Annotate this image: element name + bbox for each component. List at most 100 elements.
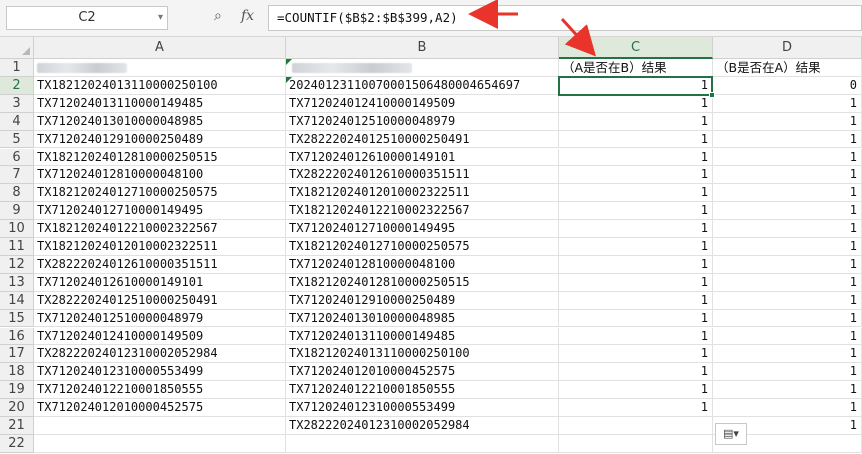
cell-b18[interactable]: TX712024012010000452575 (286, 363, 559, 382)
cell-a1[interactable] (34, 59, 286, 77)
cell-d16[interactable]: 1 (713, 327, 862, 346)
cell-c3[interactable]: 1 (559, 94, 713, 113)
cell-a3[interactable]: TX712024013110000149485 (34, 94, 286, 113)
cell-b1[interactable] (286, 59, 559, 77)
cell-a20[interactable]: TX712024012010000452575 (34, 399, 286, 417)
row-header-3[interactable]: 3 (0, 94, 34, 113)
cell-c18[interactable]: 1 (559, 363, 713, 382)
cell-d14[interactable]: 1 (713, 291, 862, 310)
cell-b21[interactable]: TX28222024012310002052984 (286, 417, 559, 435)
cell-b17[interactable]: TX18212024013110000250100 (286, 345, 559, 364)
cell-b22[interactable] (286, 434, 559, 453)
row-header-15[interactable]: 15 (0, 309, 34, 328)
row-header-2[interactable]: 2 (0, 76, 34, 95)
cell-d8[interactable]: 1 (713, 184, 862, 203)
cell-a12[interactable]: TX28222024012610000351511 (34, 255, 286, 274)
cell-a7[interactable]: TX712024012810000048100 (34, 166, 286, 185)
cell-b9[interactable]: TX18212024012210002322567 (286, 202, 559, 221)
cell-b13[interactable]: TX18212024012810000250515 (286, 273, 559, 292)
row-header-16[interactable]: 16 (0, 327, 34, 346)
cell-d7[interactable]: 1 (713, 166, 862, 185)
cell-d11[interactable]: 1 (713, 238, 862, 256)
cell-d18[interactable]: 1 (713, 363, 862, 382)
cell-d17[interactable]: 1 (713, 345, 862, 364)
cell-c13[interactable]: 1 (559, 273, 713, 292)
magnify-icon[interactable]: ⌕ (214, 8, 222, 24)
paste-options-icon[interactable]: ▤▾ (715, 423, 747, 445)
row-header-4[interactable]: 4 (0, 112, 34, 131)
cell-b7[interactable]: TX28222024012610000351511 (286, 166, 559, 185)
cell-a15[interactable]: TX712024012510000048979 (34, 309, 286, 328)
select-all-corner[interactable] (0, 37, 34, 59)
cell-c9[interactable]: 1 (559, 202, 713, 221)
row-header-12[interactable]: 12 (0, 255, 34, 274)
cell-c2[interactable]: 1 (559, 76, 713, 95)
cell-d12[interactable]: 1 (713, 255, 862, 274)
fill-handle[interactable] (709, 91, 715, 98)
row-header-17[interactable]: 17 (0, 345, 34, 364)
cell-d15[interactable]: 1 (713, 309, 862, 328)
cell-c11[interactable]: 1 (559, 238, 713, 256)
cell-c12[interactable]: 1 (559, 255, 713, 274)
cell-b15[interactable]: TX712024013010000048985 (286, 309, 559, 328)
row-header-13[interactable]: 13 (0, 273, 34, 292)
column-header-c[interactable]: C (559, 37, 713, 59)
cell-d6[interactable]: 1 (713, 148, 862, 167)
cell-a17[interactable]: TX28222024012310002052984 (34, 345, 286, 364)
cell-c5[interactable]: 1 (559, 130, 713, 149)
cell-a21[interactable] (34, 417, 286, 435)
column-header-b[interactable]: B (286, 37, 559, 59)
cell-c15[interactable]: 1 (559, 309, 713, 328)
cell-b3[interactable]: TX712024012410000149509 (286, 94, 559, 113)
cell-a14[interactable]: TX28222024012510000250491 (34, 291, 286, 310)
column-header-d[interactable]: D (713, 37, 862, 59)
cell-a10[interactable]: TX18212024012210002322567 (34, 220, 286, 238)
cell-a13[interactable]: TX712024012610000149101 (34, 273, 286, 292)
cell-c14[interactable]: 1 (559, 291, 713, 310)
cell-c6[interactable]: 1 (559, 148, 713, 167)
column-header-a[interactable]: A (34, 37, 286, 59)
cell-c7[interactable]: 1 (559, 166, 713, 185)
cell-d9[interactable]: 1 (713, 202, 862, 221)
cell-d4[interactable]: 1 (713, 112, 862, 131)
cell-b11[interactable]: TX18212024012710000250575 (286, 238, 559, 256)
row-header-6[interactable]: 6 (0, 148, 34, 167)
cell-c1[interactable]: （A是否在B）结果 (559, 59, 713, 77)
cell-a9[interactable]: TX712024012710000149495 (34, 202, 286, 221)
cell-b16[interactable]: TX712024013110000149485 (286, 327, 559, 346)
cell-b8[interactable]: TX18212024012010002322511 (286, 184, 559, 203)
cell-a11[interactable]: TX18212024012010002322511 (34, 238, 286, 256)
chevron-down-icon[interactable]: ▾ (158, 7, 163, 29)
cell-b19[interactable]: TX712024012210001850555 (286, 381, 559, 400)
cell-d1[interactable]: （B是否在A）结果 (713, 59, 862, 77)
cell-c8[interactable]: 1 (559, 184, 713, 203)
row-header-21[interactable]: 21 (0, 417, 34, 435)
formula-input[interactable]: =COUNTIF($B$2:$B$399,A2) (268, 5, 862, 31)
row-header-11[interactable]: 11 (0, 238, 34, 256)
cell-a8[interactable]: TX18212024012710000250575 (34, 184, 286, 203)
row-header-18[interactable]: 18 (0, 363, 34, 382)
cell-d20[interactable]: 1 (713, 399, 862, 417)
row-header-19[interactable]: 19 (0, 381, 34, 400)
cell-a4[interactable]: TX712024013010000048985 (34, 112, 286, 131)
row-header-1[interactable]: 1 (0, 59, 34, 77)
cell-d10[interactable]: 1 (713, 220, 862, 238)
row-header-14[interactable]: 14 (0, 291, 34, 310)
cell-d2[interactable]: 0 (713, 76, 862, 95)
cell-a18[interactable]: TX712024012310000553499 (34, 363, 286, 382)
cell-d19[interactable]: 1 (713, 381, 862, 400)
fx-icon[interactable]: fx (241, 8, 254, 24)
cell-d13[interactable]: 1 (713, 273, 862, 292)
cell-b10[interactable]: TX712024012710000149495 (286, 220, 559, 238)
cell-c22[interactable] (559, 434, 713, 453)
cell-a16[interactable]: TX712024012410000149509 (34, 327, 286, 346)
cell-b20[interactable]: TX712024012310000553499 (286, 399, 559, 417)
cell-d3[interactable]: 1 (713, 94, 862, 113)
name-box[interactable]: C2 ▾ (6, 6, 168, 30)
cell-a2[interactable]: TX18212024013110000250100 (34, 76, 286, 95)
row-header-9[interactable]: 9 (0, 202, 34, 221)
row-header-10[interactable]: 10 (0, 220, 34, 238)
cell-c17[interactable]: 1 (559, 345, 713, 364)
cell-b6[interactable]: TX712024012610000149101 (286, 148, 559, 167)
row-header-22[interactable]: 22 (0, 434, 34, 453)
